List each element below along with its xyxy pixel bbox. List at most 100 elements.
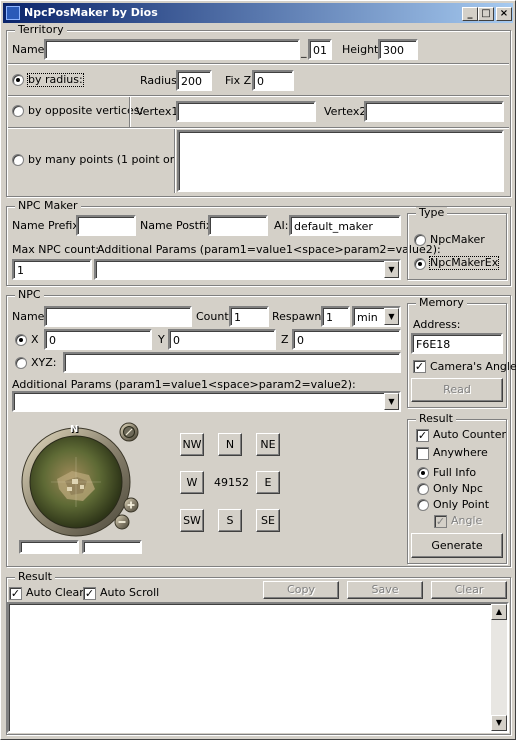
type-npcmakerex-label[interactable]: NpcMakerEx bbox=[429, 256, 500, 270]
territory-name-input[interactable] bbox=[44, 39, 300, 60]
ne-button[interactable]: NE bbox=[256, 433, 280, 456]
fixz-input[interactable]: 0 bbox=[252, 70, 294, 91]
ai-label: AI: bbox=[274, 219, 289, 232]
close-button[interactable]: × bbox=[496, 7, 512, 21]
type-npcmaker-label[interactable]: NpcMaker bbox=[430, 233, 485, 247]
count-input[interactable]: 1 bbox=[229, 306, 269, 327]
by-vertices-radio[interactable] bbox=[12, 105, 24, 117]
territory-group-label: Territory bbox=[15, 24, 67, 36]
coord-xyz-radio[interactable] bbox=[15, 357, 27, 369]
name-prefix-label: Name Prefix: bbox=[12, 219, 83, 232]
respawn-unit-select[interactable]: min ▼ bbox=[352, 306, 401, 327]
npc-maker-group-label: NPC Maker bbox=[15, 200, 81, 212]
n-button[interactable]: N bbox=[218, 433, 242, 456]
title-bar[interactable]: NpcPosMaker by Dios _ □ × bbox=[3, 3, 513, 23]
memory-group-label: Memory bbox=[416, 297, 467, 309]
cameras-angle-label[interactable]: Camera's Angle bbox=[430, 360, 516, 374]
coord-x-radio[interactable] bbox=[15, 334, 27, 346]
generate-button[interactable]: Generate bbox=[411, 533, 503, 558]
height-label: Height: bbox=[342, 43, 383, 56]
points-textarea[interactable] bbox=[177, 130, 504, 192]
window-title: NpcPosMaker by Dios bbox=[24, 6, 158, 19]
clear-button[interactable]: Clear bbox=[431, 581, 507, 599]
anywhere-label[interactable]: Anywhere bbox=[433, 446, 488, 460]
respawn-unit-value: min bbox=[357, 311, 378, 324]
xyz-input[interactable] bbox=[63, 352, 401, 373]
auto-clear-checkbox[interactable]: ✓ bbox=[9, 587, 22, 600]
vertex2-input[interactable] bbox=[364, 101, 504, 122]
address-label: Address: bbox=[413, 318, 461, 331]
npc-params-label: Additional Params (param1=value1<space>p… bbox=[12, 378, 356, 391]
result-scrollbar[interactable]: ▲ ▼ bbox=[491, 604, 507, 731]
ai-input[interactable]: default_maker bbox=[289, 215, 401, 236]
auto-counter-label[interactable]: Auto Counter bbox=[433, 428, 506, 442]
nw-button[interactable]: NW bbox=[180, 433, 204, 456]
only-point-radio[interactable] bbox=[417, 499, 429, 511]
auto-scroll-checkbox[interactable]: ✓ bbox=[83, 587, 96, 600]
save-button[interactable]: Save bbox=[347, 581, 423, 599]
maximize-button[interactable]: □ bbox=[478, 7, 494, 21]
only-npc-radio[interactable] bbox=[417, 483, 429, 495]
copy-button[interactable]: Copy bbox=[263, 581, 339, 599]
chevron-down-icon[interactable]: ▼ bbox=[384, 308, 399, 325]
max-count-input[interactable]: 1 bbox=[12, 259, 92, 280]
by-vertices-label[interactable]: by opposite vertices: bbox=[28, 104, 143, 118]
compass-north-label: N bbox=[70, 424, 79, 435]
se-button[interactable]: SE bbox=[256, 509, 280, 532]
territory-divider-3 bbox=[8, 127, 509, 129]
minimize-button[interactable]: _ bbox=[462, 7, 478, 21]
auto-counter-checkbox[interactable]: ✓ bbox=[416, 429, 429, 442]
by-radius-radio[interactable] bbox=[12, 74, 24, 86]
only-point-label[interactable]: Only Point bbox=[433, 498, 489, 512]
cameras-angle-checkbox[interactable]: ✓ bbox=[413, 360, 426, 373]
maker-params-combo[interactable]: ▼ bbox=[94, 259, 401, 280]
territory-divider-1 bbox=[8, 63, 509, 65]
territory-divider-2 bbox=[8, 95, 509, 97]
name-postfix-input[interactable] bbox=[208, 215, 268, 236]
x-input[interactable]: 0 bbox=[44, 329, 152, 350]
z-input[interactable]: 0 bbox=[292, 329, 401, 350]
angle-label: Angle bbox=[451, 514, 483, 527]
chevron-down-icon[interactable]: ▼ bbox=[384, 393, 399, 410]
type-npcmaker-radio[interactable] bbox=[414, 234, 426, 246]
radius-label: Radius: bbox=[140, 74, 181, 87]
max-count-label: Max NPC count: bbox=[12, 243, 100, 256]
w-button[interactable]: W bbox=[180, 471, 204, 494]
e-button[interactable]: E bbox=[256, 471, 280, 494]
territory-suffix-input[interactable]: 01 bbox=[308, 39, 332, 60]
points-vdivider bbox=[174, 129, 176, 193]
y-input[interactable]: 0 bbox=[168, 329, 276, 350]
s-button[interactable]: S bbox=[218, 509, 242, 532]
respawn-input[interactable]: 1 bbox=[321, 306, 350, 327]
radius-input[interactable]: 200 bbox=[176, 70, 212, 91]
npc-name-label: Name: bbox=[12, 310, 49, 323]
angle-checkbox[interactable]: ✓ bbox=[434, 515, 447, 528]
name-prefix-input[interactable] bbox=[76, 215, 136, 236]
sw-button[interactable]: SW bbox=[180, 509, 204, 532]
by-radius-label[interactable]: by radius: bbox=[27, 73, 84, 87]
auto-scroll-label[interactable]: Auto Scroll bbox=[100, 586, 159, 600]
read-button[interactable]: Read bbox=[411, 378, 503, 402]
height-input[interactable]: 300 bbox=[378, 39, 418, 60]
npc-name-input[interactable] bbox=[44, 306, 192, 327]
xyz-label[interactable]: XYZ: bbox=[31, 356, 57, 370]
auto-clear-label[interactable]: Auto Clear bbox=[26, 586, 84, 600]
compass-widget[interactable]: N bbox=[17, 419, 139, 541]
compass-map-icon bbox=[21, 422, 139, 537]
anywhere-checkbox[interactable] bbox=[416, 447, 429, 460]
chevron-down-icon[interactable]: ▼ bbox=[384, 261, 399, 278]
full-info-radio[interactable] bbox=[417, 467, 429, 479]
scroll-up-icon[interactable]: ▲ bbox=[491, 604, 507, 620]
maker-params-label: Additional Params (param1=value1<space>p… bbox=[97, 243, 441, 256]
main-window: NpcPosMaker by Dios _ □ × Territory Name… bbox=[0, 0, 516, 740]
result-output[interactable]: ▲ ▼ bbox=[7, 602, 509, 733]
vertex1-input[interactable] bbox=[176, 101, 316, 122]
scroll-down-icon[interactable]: ▼ bbox=[491, 715, 507, 731]
type-npcmakerex-radio[interactable] bbox=[414, 258, 426, 270]
full-info-label[interactable]: Full Info bbox=[433, 466, 476, 480]
x-label[interactable]: X bbox=[31, 333, 39, 347]
npc-params-combo[interactable]: ▼ bbox=[12, 391, 401, 412]
by-points-radio[interactable] bbox=[12, 154, 24, 166]
address-input[interactable]: F6E18 bbox=[411, 333, 503, 354]
only-npc-label[interactable]: Only Npc bbox=[433, 482, 483, 496]
